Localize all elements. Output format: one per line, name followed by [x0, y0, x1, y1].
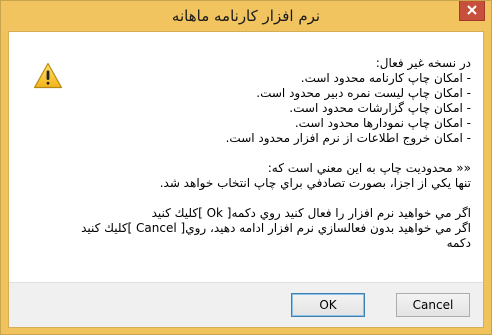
- message-line: دكمه: [446, 236, 471, 250]
- message-line: اگر مي خواهيد نرم افزار را فعال كنيد روي…: [151, 206, 471, 220]
- message-line: «« محدوديت چاپ به اين معني است كه:: [267, 161, 471, 175]
- cancel-button[interactable]: Cancel: [396, 293, 470, 317]
- title-bar[interactable]: نرم افزار كارنامه ماهانه: [1, 1, 491, 31]
- dialog-body: در نسخه غير فعال: - امكان چاپ كارنامه مح…: [8, 31, 484, 328]
- message-text: در نسخه غير فعال: - امكان چاپ كارنامه مح…: [51, 56, 471, 251]
- message-line: در نسخه غير فعال:: [375, 56, 471, 70]
- message-line: - امكان چاپ نمودارها محدود است.: [294, 116, 471, 130]
- message-line: - امكان خروج اطلاعات از نرم افزار محدود …: [225, 131, 471, 145]
- button-bar: OK Cancel: [9, 282, 483, 327]
- close-icon: [467, 5, 477, 15]
- message-spacer: [51, 191, 471, 206]
- message-line: - امكان چاپ ليست نمره دبير محدود است.: [256, 86, 471, 100]
- message-line: - امكان چاپ كارنامه محدود است.: [300, 71, 471, 85]
- message-line: - امكان چاپ گزارشات محدود است.: [289, 101, 471, 115]
- ok-button[interactable]: OK: [291, 293, 365, 317]
- window-title: نرم افزار كارنامه ماهانه: [171, 7, 321, 25]
- dialog-window: نرم افزار كارنامه ماهانه در نسخه غير فعا…: [0, 0, 492, 335]
- close-button[interactable]: [459, 1, 485, 21]
- message-line: اگر مي خواهيد بدون فعالسازي نرم افزار اد…: [81, 221, 471, 235]
- message-spacer: [51, 146, 471, 161]
- message-line: تنها يكي از اجزا، بصورت تصادفي براي چاپ …: [159, 176, 471, 190]
